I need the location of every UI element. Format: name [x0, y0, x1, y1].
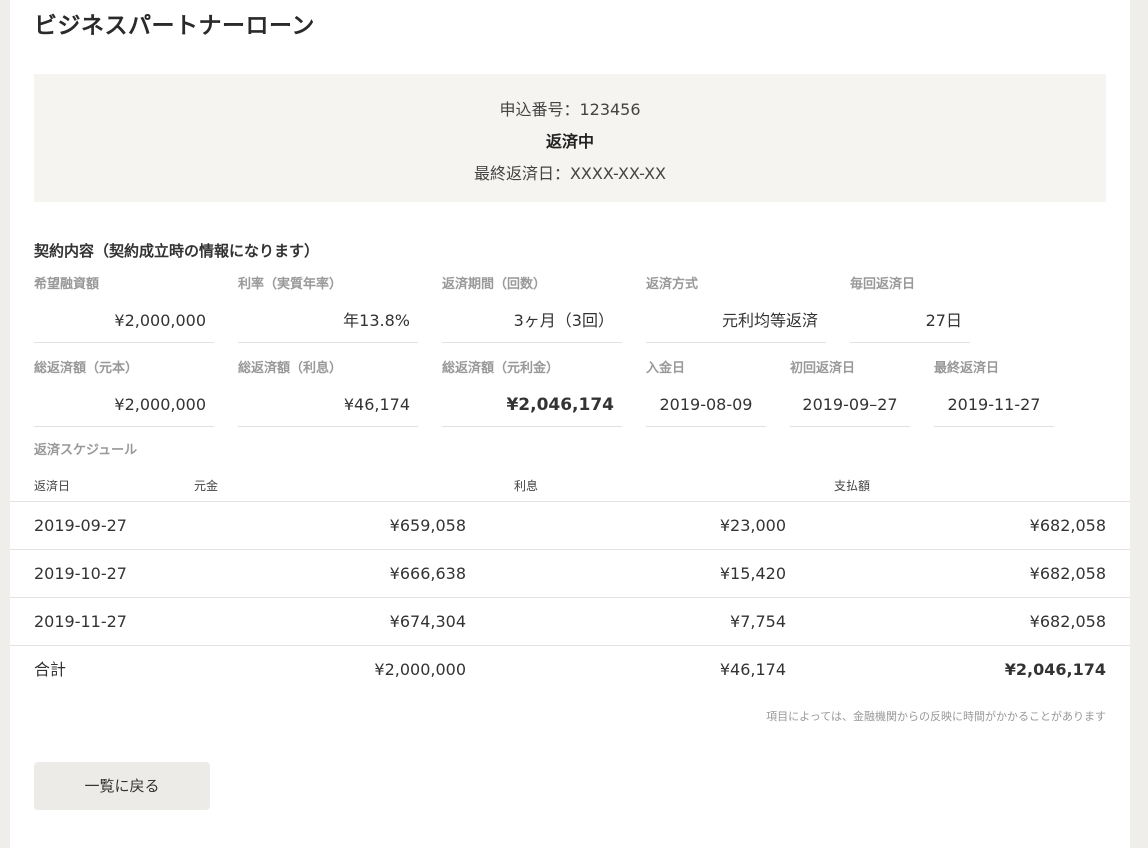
field-interest-rate: 利率（実質年率） 年13.8% — [238, 273, 418, 343]
field-label: 総返済額（利息） — [238, 361, 343, 376]
field-total-principal: 総返済額（元本） ¥2,000,000 — [34, 357, 214, 427]
cell-interest: ¥15,420 — [719, 564, 786, 583]
field-label: 返済方式 — [646, 277, 699, 292]
cell-date: 2019-09-27 — [34, 516, 127, 535]
column-header-payment: 支払額 — [834, 479, 871, 493]
field-first-payment-date: 初回返済日 2019-09–27 — [790, 357, 910, 427]
status-label: 返済中 — [545, 132, 594, 151]
field-label: 希望融資額 — [34, 277, 100, 292]
field-total-interest: 総返済額（利息） ¥46,174 — [238, 357, 418, 427]
cell-principal: ¥674,304 — [389, 612, 466, 631]
field-value: ¥2,046,174 — [442, 387, 622, 427]
column-header-interest: 利息 — [514, 479, 539, 493]
field-total-repayment: 総返済額（元利金） ¥2,046,174 — [442, 357, 622, 427]
cell-principal: ¥659,058 — [389, 516, 466, 535]
field-value: 27日 — [850, 303, 970, 343]
table-row: 2019-11-27 ¥674,304 ¥7,754 ¥682,058 — [10, 597, 1130, 646]
field-label: 利率（実質年率） — [238, 277, 343, 292]
field-value: 2019-09–27 — [790, 387, 910, 427]
cell-date: 2019-11-27 — [34, 612, 127, 631]
field-repayment-period: 返済期間（回数） 3ヶ月（3回） — [442, 273, 622, 343]
field-value: ¥2,000,000 — [34, 303, 214, 343]
field-label: 最終返済日 — [934, 361, 1000, 376]
field-label: 毎回返済日 — [850, 277, 916, 292]
application-number: 申込番号：123456 — [499, 100, 641, 119]
field-value: 2019-08-09 — [646, 387, 766, 427]
field-value: 3ヶ月（3回） — [442, 303, 622, 343]
back-to-list-button[interactable]: 一覧に戻る — [34, 762, 210, 810]
total-payment: ¥2,046,174 — [1004, 660, 1106, 679]
cell-interest: ¥23,000 — [719, 516, 786, 535]
field-last-payment-date: 最終返済日 2019-11-27 — [934, 357, 1054, 427]
total-interest: ¥46,174 — [719, 660, 786, 679]
table-row: 2019-10-27 ¥666,638 ¥15,420 ¥682,058 — [10, 549, 1130, 598]
field-repayment-method: 返済方式 元利均等返済 — [646, 273, 826, 343]
page-title: ビジネスパートナーローン — [34, 13, 315, 39]
field-value: ¥46,174 — [238, 387, 418, 427]
cell-payment: ¥682,058 — [1029, 612, 1106, 631]
loan-detail-card: ビジネスパートナーローン 申込番号：123456 返済中 最終返済日：XXXX-… — [10, 0, 1130, 848]
field-value: ¥2,000,000 — [34, 387, 214, 427]
final-payment-date: 最終返済日：XXXX-XX-XX — [473, 164, 667, 183]
application-status-box: 申込番号：123456 返済中 最終返済日：XXXX-XX-XX — [34, 74, 1106, 202]
cell-interest: ¥7,754 — [730, 612, 786, 631]
field-payment-day: 毎回返済日 27日 — [850, 273, 970, 343]
contract-section-title: 契約内容（契約成立時の情報になります） — [34, 242, 320, 260]
cell-date: 2019-10-27 — [34, 564, 127, 583]
cell-payment: ¥682,058 — [1029, 564, 1106, 583]
field-deposit-date: 入金日 2019-08-09 — [646, 357, 766, 427]
column-header-principal: 元金 — [194, 479, 219, 493]
field-value: 2019-11-27 — [934, 387, 1054, 427]
field-value: 元利均等返済 — [646, 303, 826, 343]
total-principal: ¥2,000,000 — [374, 660, 466, 679]
table-row: 2019-09-27 ¥659,058 ¥23,000 ¥682,058 — [10, 501, 1130, 550]
field-requested-amount: 希望融資額 ¥2,000,000 — [34, 273, 214, 343]
field-label: 初回返済日 — [790, 361, 856, 376]
schedule-note: 項目によっては、金融機関からの反映に時間がかかることがあります — [766, 710, 1106, 723]
cell-principal: ¥666,638 — [389, 564, 466, 583]
field-label: 返済期間（回数） — [442, 277, 547, 292]
table-total-row: 合計 ¥2,000,000 ¥46,174 ¥2,046,174 — [10, 645, 1130, 694]
column-header-date: 返済日 — [34, 479, 71, 493]
field-value: 年13.8% — [238, 303, 418, 343]
field-label: 総返済額（元利金） — [442, 361, 560, 376]
cell-payment: ¥682,058 — [1029, 516, 1106, 535]
schedule-title: 返済スケジュール — [34, 443, 138, 458]
field-label: 総返済額（元本） — [34, 361, 139, 376]
total-label: 合計 — [34, 660, 67, 679]
field-label: 入金日 — [646, 361, 686, 376]
